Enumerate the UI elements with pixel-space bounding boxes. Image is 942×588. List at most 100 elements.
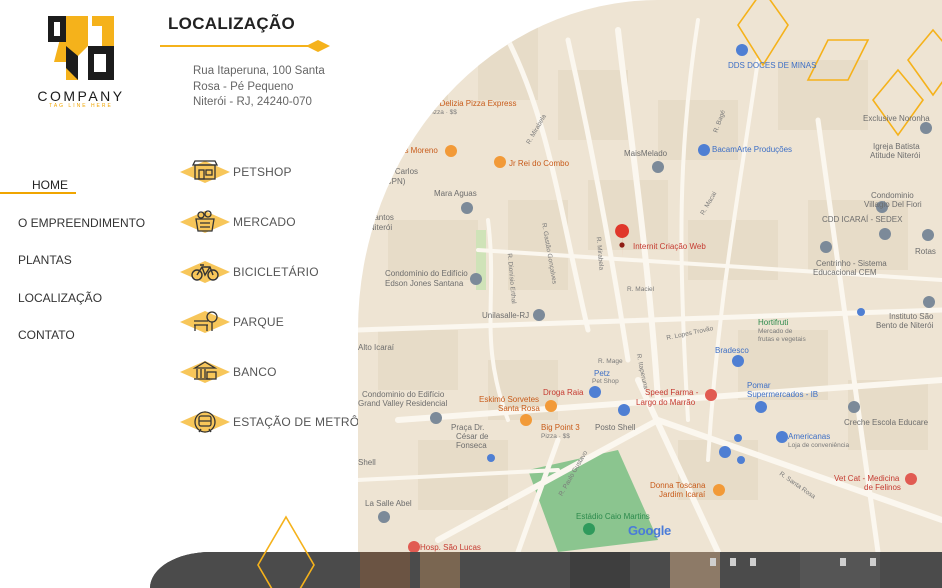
map-label: Instituto São [889, 312, 934, 321]
nav-item-localizacao[interactable]: LOCALIZAÇÃO [0, 283, 150, 321]
active-underline [0, 192, 76, 194]
company-logo[interactable]: COMPANY TAG LINE HERE [26, 12, 136, 109]
street-label: R. Mage [598, 358, 623, 365]
bicycle-icon [180, 257, 230, 287]
park-icon [180, 307, 230, 337]
map-label: Educacional CEM [813, 268, 877, 277]
map-label: Largo do Marrão [636, 398, 696, 407]
poi-label: PETSHOP [233, 165, 292, 179]
address-block: Rua Itaperuna, 100 Santa Rosa - Pé Peque… [193, 64, 343, 111]
map-label: La-Delizia Pizza Express [428, 99, 517, 108]
logo-mark-icon [48, 16, 114, 80]
map-label: Grand Valley Residencial [358, 399, 448, 408]
poi-metro[interactable]: ESTAÇÃO DE METRÔ [180, 407, 360, 437]
poi-parque[interactable]: PARQUE [180, 307, 360, 337]
map-label: La Salle Abel [365, 499, 412, 508]
map-label: CDD ICARAÍ - SEDEX [822, 215, 903, 224]
nav-item-label: O EMPREENDIMENTO [18, 215, 146, 230]
map-label: cus Moreno [396, 146, 438, 155]
poi-petshop[interactable]: PETSHOP [180, 157, 360, 187]
map-label: MaisMelado [624, 149, 668, 158]
nav-item-label: HOME [32, 178, 68, 192]
map-label: Eskimó Sorvetes [479, 395, 540, 404]
poi-label: BICICLETÁRIO [233, 265, 319, 279]
nav-item-label: CONTATO [18, 328, 75, 342]
map-label: Supermercados - IB [747, 390, 819, 399]
title-underline [160, 40, 330, 52]
petshop-icon [180, 157, 230, 187]
map-label: Niterói [369, 223, 393, 232]
address-line: Rosa - Pé Pequeno [193, 80, 294, 93]
map-label: Petz [594, 369, 611, 378]
map-label: Condominio [871, 191, 914, 200]
section-title: LOCALIZAÇÃO [168, 14, 296, 33]
address-line: Niterói - RJ, 24240-070 [193, 96, 312, 108]
metro-icon [180, 407, 230, 437]
map-label: de Felinos [864, 483, 901, 492]
map-label: Condomínio do Edifício [385, 269, 468, 278]
map-label: Jardim Icaraí [659, 490, 706, 499]
map-label: Pizza · $$ [428, 109, 457, 116]
main-nav: HOME O EMPREENDIMENTO PLANTAS LOCALIZAÇÃ… [0, 170, 150, 358]
map-label: Mara Aguas [434, 189, 477, 198]
nav-item-home[interactable]: HOME [0, 170, 150, 208]
map-label: Condominio do Edifício [362, 390, 445, 399]
nav-item-empreendimento[interactable]: O EMPREENDIMENTO [0, 208, 150, 246]
nav-item-label: LOCALIZAÇÃO [18, 290, 103, 305]
map-label: Pizza · $$ [541, 433, 570, 440]
brand-name: COMPANY [37, 88, 125, 104]
map-label: Hosp. São Lucas [420, 543, 481, 552]
map-label: Fonseca [456, 441, 487, 450]
map-label: igo CPN) [373, 177, 406, 186]
map-label: Mercado de [758, 328, 793, 335]
map-label: Unilasalle-RJ [482, 311, 530, 320]
address-line: Rua Itaperuna, 100 Santa [193, 65, 325, 77]
map-label: BacamArte Produções [712, 145, 793, 154]
map-label: Loja de conveniência [788, 442, 850, 449]
map-label: Bradesco [715, 346, 749, 355]
poi-label: PARQUE [233, 315, 284, 329]
nav-item-plantas[interactable]: PLANTAS [0, 245, 150, 283]
map-label: DDS DOCES DE MINAS [728, 61, 817, 70]
map-label: Internit Criação Web [633, 242, 706, 251]
map-label: frutas e vegetais [758, 336, 806, 343]
map-label: Rotas [915, 247, 936, 256]
map-label: Pomar [747, 381, 771, 390]
map-label: Santos [369, 213, 394, 222]
google-logo: Google [628, 523, 671, 538]
map-label: Pet Shop [592, 378, 619, 385]
map-label: Praça Dr. [451, 423, 485, 432]
map-label: Americanas [788, 432, 831, 441]
map-label: Shell [358, 458, 376, 467]
map-label: Centrinho - Sistema [816, 259, 887, 268]
decorative-diamond [257, 515, 315, 588]
map-label: Posto Shell [595, 423, 636, 432]
map-label: Donna Toscana [650, 481, 706, 490]
map-label: Hortifruti [758, 318, 789, 327]
map-label: Big Point 3 [541, 423, 580, 432]
map-label: Santa Rosa [498, 404, 540, 413]
market-icon [180, 207, 230, 237]
map-label: Alto Icaraí [358, 343, 395, 352]
poi-bicicletario[interactable]: BICICLETÁRIO [180, 257, 360, 287]
map-label: Bento de Niterói [876, 321, 934, 330]
poi-label: MERCADO [233, 215, 296, 229]
map-label: Estádio Caio Martins [576, 512, 650, 521]
nav-item-label: PLANTAS [18, 253, 72, 267]
map-label: Jr Rei do Combo [509, 159, 570, 168]
poi-label: BANCO [233, 365, 277, 379]
map-label: Droga Raia [543, 388, 584, 397]
map-label: César de [456, 432, 489, 441]
nav-item-contato[interactable]: CONTATO [0, 320, 150, 358]
poi-banco[interactable]: BANCO [180, 357, 360, 387]
map-label: Villagio Del Fiori [864, 200, 922, 209]
street-label: R. Maciel [627, 286, 655, 293]
location-map[interactable]: DDS DOCES DE MINAS Exclusive Noronha Igr… [358, 0, 942, 552]
map-label: Vet Cat - Medicina [834, 474, 900, 483]
bank-icon [180, 357, 230, 387]
poi-label: ESTAÇÃO DE METRÔ [233, 415, 360, 429]
poi-mercado[interactable]: MERCADO [180, 207, 360, 237]
map-label: Creche Escola Educare [844, 418, 929, 427]
map-label: nicipal Carlos [370, 167, 419, 176]
map-label: Speed Farma - [645, 388, 699, 397]
